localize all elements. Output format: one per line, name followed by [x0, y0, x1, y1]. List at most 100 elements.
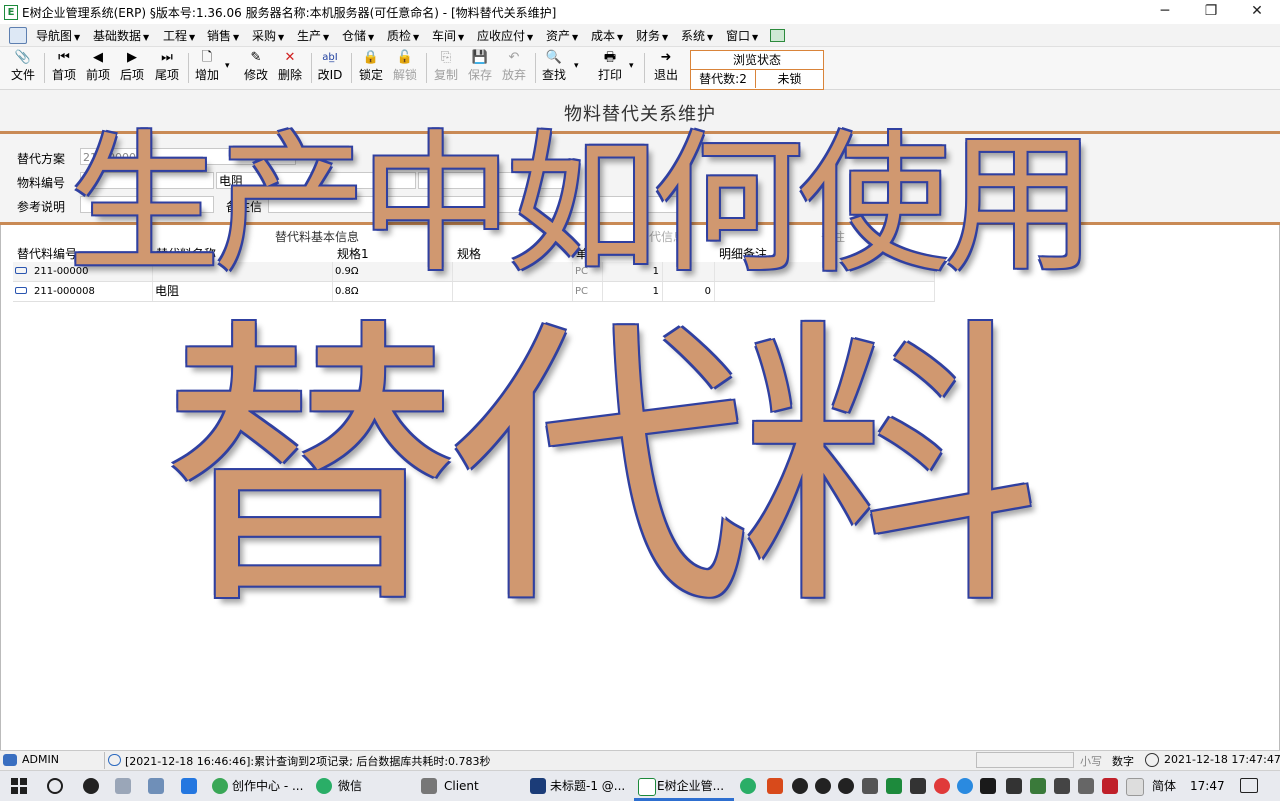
shield-icon[interactable] — [1006, 778, 1022, 794]
menu-assets[interactable]: 资产 ▼ — [546, 27, 578, 44]
tray-icon[interactable] — [1078, 778, 1094, 794]
browser-icon[interactable] — [212, 778, 228, 794]
notification-icon[interactable] — [1240, 778, 1258, 793]
lock-button[interactable]: 🔒 锁定 — [354, 49, 388, 87]
substitute-count: 替代数:2 — [691, 70, 756, 88]
menu-navigation[interactable]: 导航图 ▼ — [36, 27, 80, 44]
taskbar-clock[interactable]: 17:47 — [1190, 771, 1225, 801]
erp-icon[interactable] — [638, 778, 656, 796]
discard-button[interactable]: ↶ 放弃 — [497, 49, 531, 87]
app-icon[interactable] — [181, 778, 197, 794]
app-icon[interactable] — [148, 778, 164, 794]
qq-icon[interactable] — [83, 778, 99, 794]
exit-icon: ➜ — [660, 50, 672, 65]
last-record-button[interactable]: ⏭ 尾项 — [150, 49, 184, 87]
first-record-button[interactable]: ⏮ 首项 — [47, 49, 81, 87]
tray-icon[interactable] — [957, 778, 973, 794]
clock-icon — [1145, 753, 1159, 767]
menu-production[interactable]: 生产 ▼ — [297, 27, 329, 44]
add-button[interactable]: 🗋 增加 — [190, 49, 224, 87]
wifi-icon[interactable] — [910, 778, 926, 794]
search-icon[interactable] — [47, 778, 63, 794]
photoshop-icon[interactable] — [530, 778, 546, 794]
add-dropdown-arrow[interactable]: ▾ — [225, 61, 230, 71]
client-icon[interactable] — [421, 778, 437, 794]
change-id-button[interactable]: ab̲I 改ID — [313, 49, 347, 87]
taskbar-app-label[interactable]: 未标题-1 @... — [550, 771, 625, 801]
volume-icon[interactable] — [862, 778, 878, 794]
menu-sales[interactable]: 销售 ▼ — [207, 27, 239, 44]
ime-indicator[interactable]: 简体 — [1152, 771, 1176, 801]
next-record-button[interactable]: ▶ 后项 — [115, 49, 149, 87]
app-icon[interactable] — [115, 778, 131, 794]
tray-icon[interactable] — [1030, 778, 1046, 794]
binoculars-icon: 🔍 — [545, 50, 563, 65]
menu-engineering[interactable]: 工程 ▼ — [163, 27, 195, 44]
file-button[interactable]: 📎 文件 — [6, 49, 40, 87]
paperclip-icon: 📎 — [14, 50, 32, 65]
first-icon: ⏮ — [58, 50, 70, 65]
menu-basic-data[interactable]: 基础数据 ▼ — [93, 27, 149, 44]
qq-tray-icon[interactable] — [838, 778, 854, 794]
print-dropdown-arrow[interactable]: ▾ — [629, 61, 634, 71]
window-title: E树企业管理系统(ERP) §版本号:1.36.06 服务器名称:本机服务器(可… — [22, 6, 557, 20]
menu-cost[interactable]: 成本 ▼ — [591, 27, 623, 44]
find-button[interactable]: 🔍 查找 — [537, 49, 571, 87]
title-bar: E E树企业管理系统(ERP) §版本号:1.36.06 服务器名称:本机服务器… — [0, 0, 1280, 24]
menu-bar: 导航图 ▼ 基础数据 ▼ 工程 ▼ 销售 ▼ 采购 ▼ 生产 ▼ 仓储 ▼ 质检 ▼ 车间 ▼ 应… — [0, 24, 1280, 47]
toolbar-separator — [44, 53, 45, 83]
edit-button[interactable]: ✎ 修改 — [239, 49, 273, 87]
tray-icon[interactable] — [934, 778, 950, 794]
mcafee-icon[interactable] — [1102, 778, 1118, 794]
taskbar-app-label[interactable]: E树企业管... — [657, 771, 724, 801]
exit-button[interactable]: ➜ 退出 — [649, 49, 683, 87]
previous-record-button[interactable]: ◀ 前项 — [81, 49, 115, 87]
wechat-tray-icon[interactable] — [740, 778, 756, 794]
erp-tray-icon[interactable] — [886, 778, 902, 794]
close-button[interactable]: ✕ — [1234, 0, 1280, 24]
delete-button[interactable]: ✕ 删除 — [273, 49, 307, 87]
taskbar-app-label[interactable]: 创作中心 - ... — [232, 771, 303, 801]
save-button[interactable]: 💾 保存 — [463, 49, 497, 87]
copy-button[interactable]: ⎘ 复制 — [429, 49, 463, 87]
menu-receivables[interactable]: 应收应付 ▼ — [477, 27, 533, 44]
row-indicator-icon — [15, 287, 27, 294]
nvidia-icon[interactable] — [980, 778, 996, 794]
menu-window[interactable]: 窗口 ▼ — [726, 27, 758, 44]
restore-button[interactable]: ❐ — [1188, 0, 1234, 24]
menu-workshop[interactable]: 车间 ▼ — [432, 27, 464, 44]
taskbar-app-label[interactable]: 微信 — [338, 771, 362, 801]
print-button[interactable]: 🖶 打印 — [593, 49, 627, 87]
menu-quality[interactable]: 质检 ▼ — [387, 27, 419, 44]
taskbar-app-label[interactable]: Client — [444, 771, 479, 801]
edit-icon: ✎ — [250, 50, 262, 65]
minimize-button[interactable]: ─ — [1142, 0, 1188, 24]
menu-finance[interactable]: 财务 ▼ — [636, 27, 668, 44]
unlock-button[interactable]: 🔓 解锁 — [388, 49, 422, 87]
wechat-icon[interactable] — [316, 778, 332, 794]
toolbar-separator — [426, 53, 427, 83]
lock-state: 未锁 — [777, 72, 802, 86]
material-label: 物料编号 — [17, 176, 66, 190]
layout-icon[interactable] — [770, 29, 785, 42]
overlay-title-line2: 替代料 — [160, 295, 1040, 644]
status-bar: ADMIN [2021-12-18 16:46:46]:累计查询到2项记录; 后… — [0, 750, 1280, 770]
caps-indicator: 小写 — [1080, 755, 1102, 768]
menu-purchasing[interactable]: 采购 ▼ — [252, 27, 284, 44]
previous-icon: ◀ — [93, 50, 103, 65]
tray-icon[interactable] — [767, 778, 783, 794]
navigator-icon[interactable] — [9, 27, 27, 44]
ime-mode-icon[interactable] — [1126, 778, 1144, 796]
menu-system[interactable]: 系统 ▼ — [681, 27, 713, 44]
toolbar-separator — [188, 53, 189, 83]
qq-tray-icon[interactable] — [792, 778, 808, 794]
battery-icon[interactable] — [1054, 778, 1070, 794]
status-empty-panel — [976, 752, 1074, 768]
windows-start-icon[interactable] — [11, 778, 27, 794]
status-datetime: 2021-12-18 17:47:47 — [1164, 753, 1280, 766]
menu-warehouse[interactable]: 仓储 ▼ — [342, 27, 374, 44]
taskbar: 创作中心 - ... 微信 Client 未标题-1 @... E树企业管...… — [0, 770, 1280, 801]
save-icon: 💾 — [471, 50, 489, 65]
find-dropdown-arrow[interactable]: ▾ — [574, 61, 579, 71]
qq-tray-icon[interactable] — [815, 778, 831, 794]
